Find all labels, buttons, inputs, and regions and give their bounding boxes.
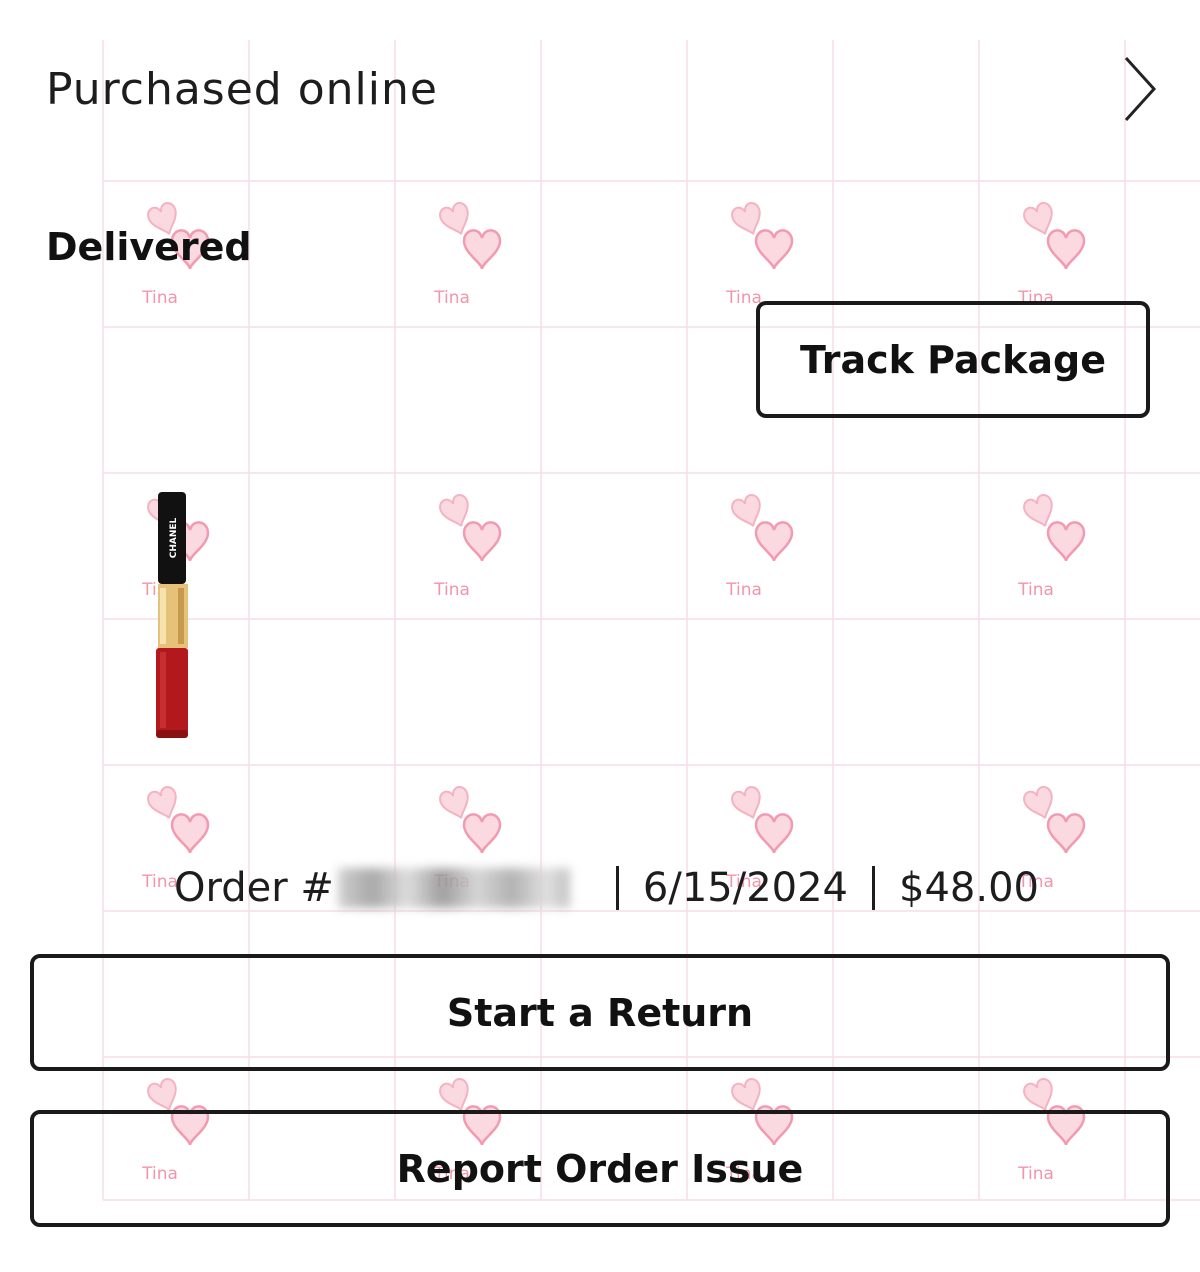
order-date: 6/15/2024	[642, 865, 849, 911]
order-total: $48.00	[899, 865, 1039, 911]
start-return-button[interactable]: Start a Return	[30, 954, 1170, 1071]
product-image-lipstick[interactable]: CHANEL	[140, 488, 200, 746]
order-number-label: Order #	[174, 865, 334, 911]
delivery-status: Delivered	[46, 225, 252, 269]
order-detail-card: Purchased online Delivered Track Package…	[0, 0, 1200, 1272]
track-package-button[interactable]: Track Package	[756, 301, 1150, 418]
purchase-channel-row[interactable]: Purchased online	[46, 56, 1166, 124]
purchase-channel-label: Purchased online	[46, 64, 438, 115]
chevron-right-icon[interactable]	[1120, 54, 1160, 124]
order-number-redacted	[337, 868, 570, 908]
order-summary-line: Order # 6/15/2024 $48.00	[174, 858, 1039, 918]
separator	[872, 866, 876, 910]
separator	[615, 866, 619, 910]
product-brand-text: CHANEL	[169, 517, 179, 558]
report-order-issue-button[interactable]: Report Order Issue	[30, 1110, 1170, 1227]
